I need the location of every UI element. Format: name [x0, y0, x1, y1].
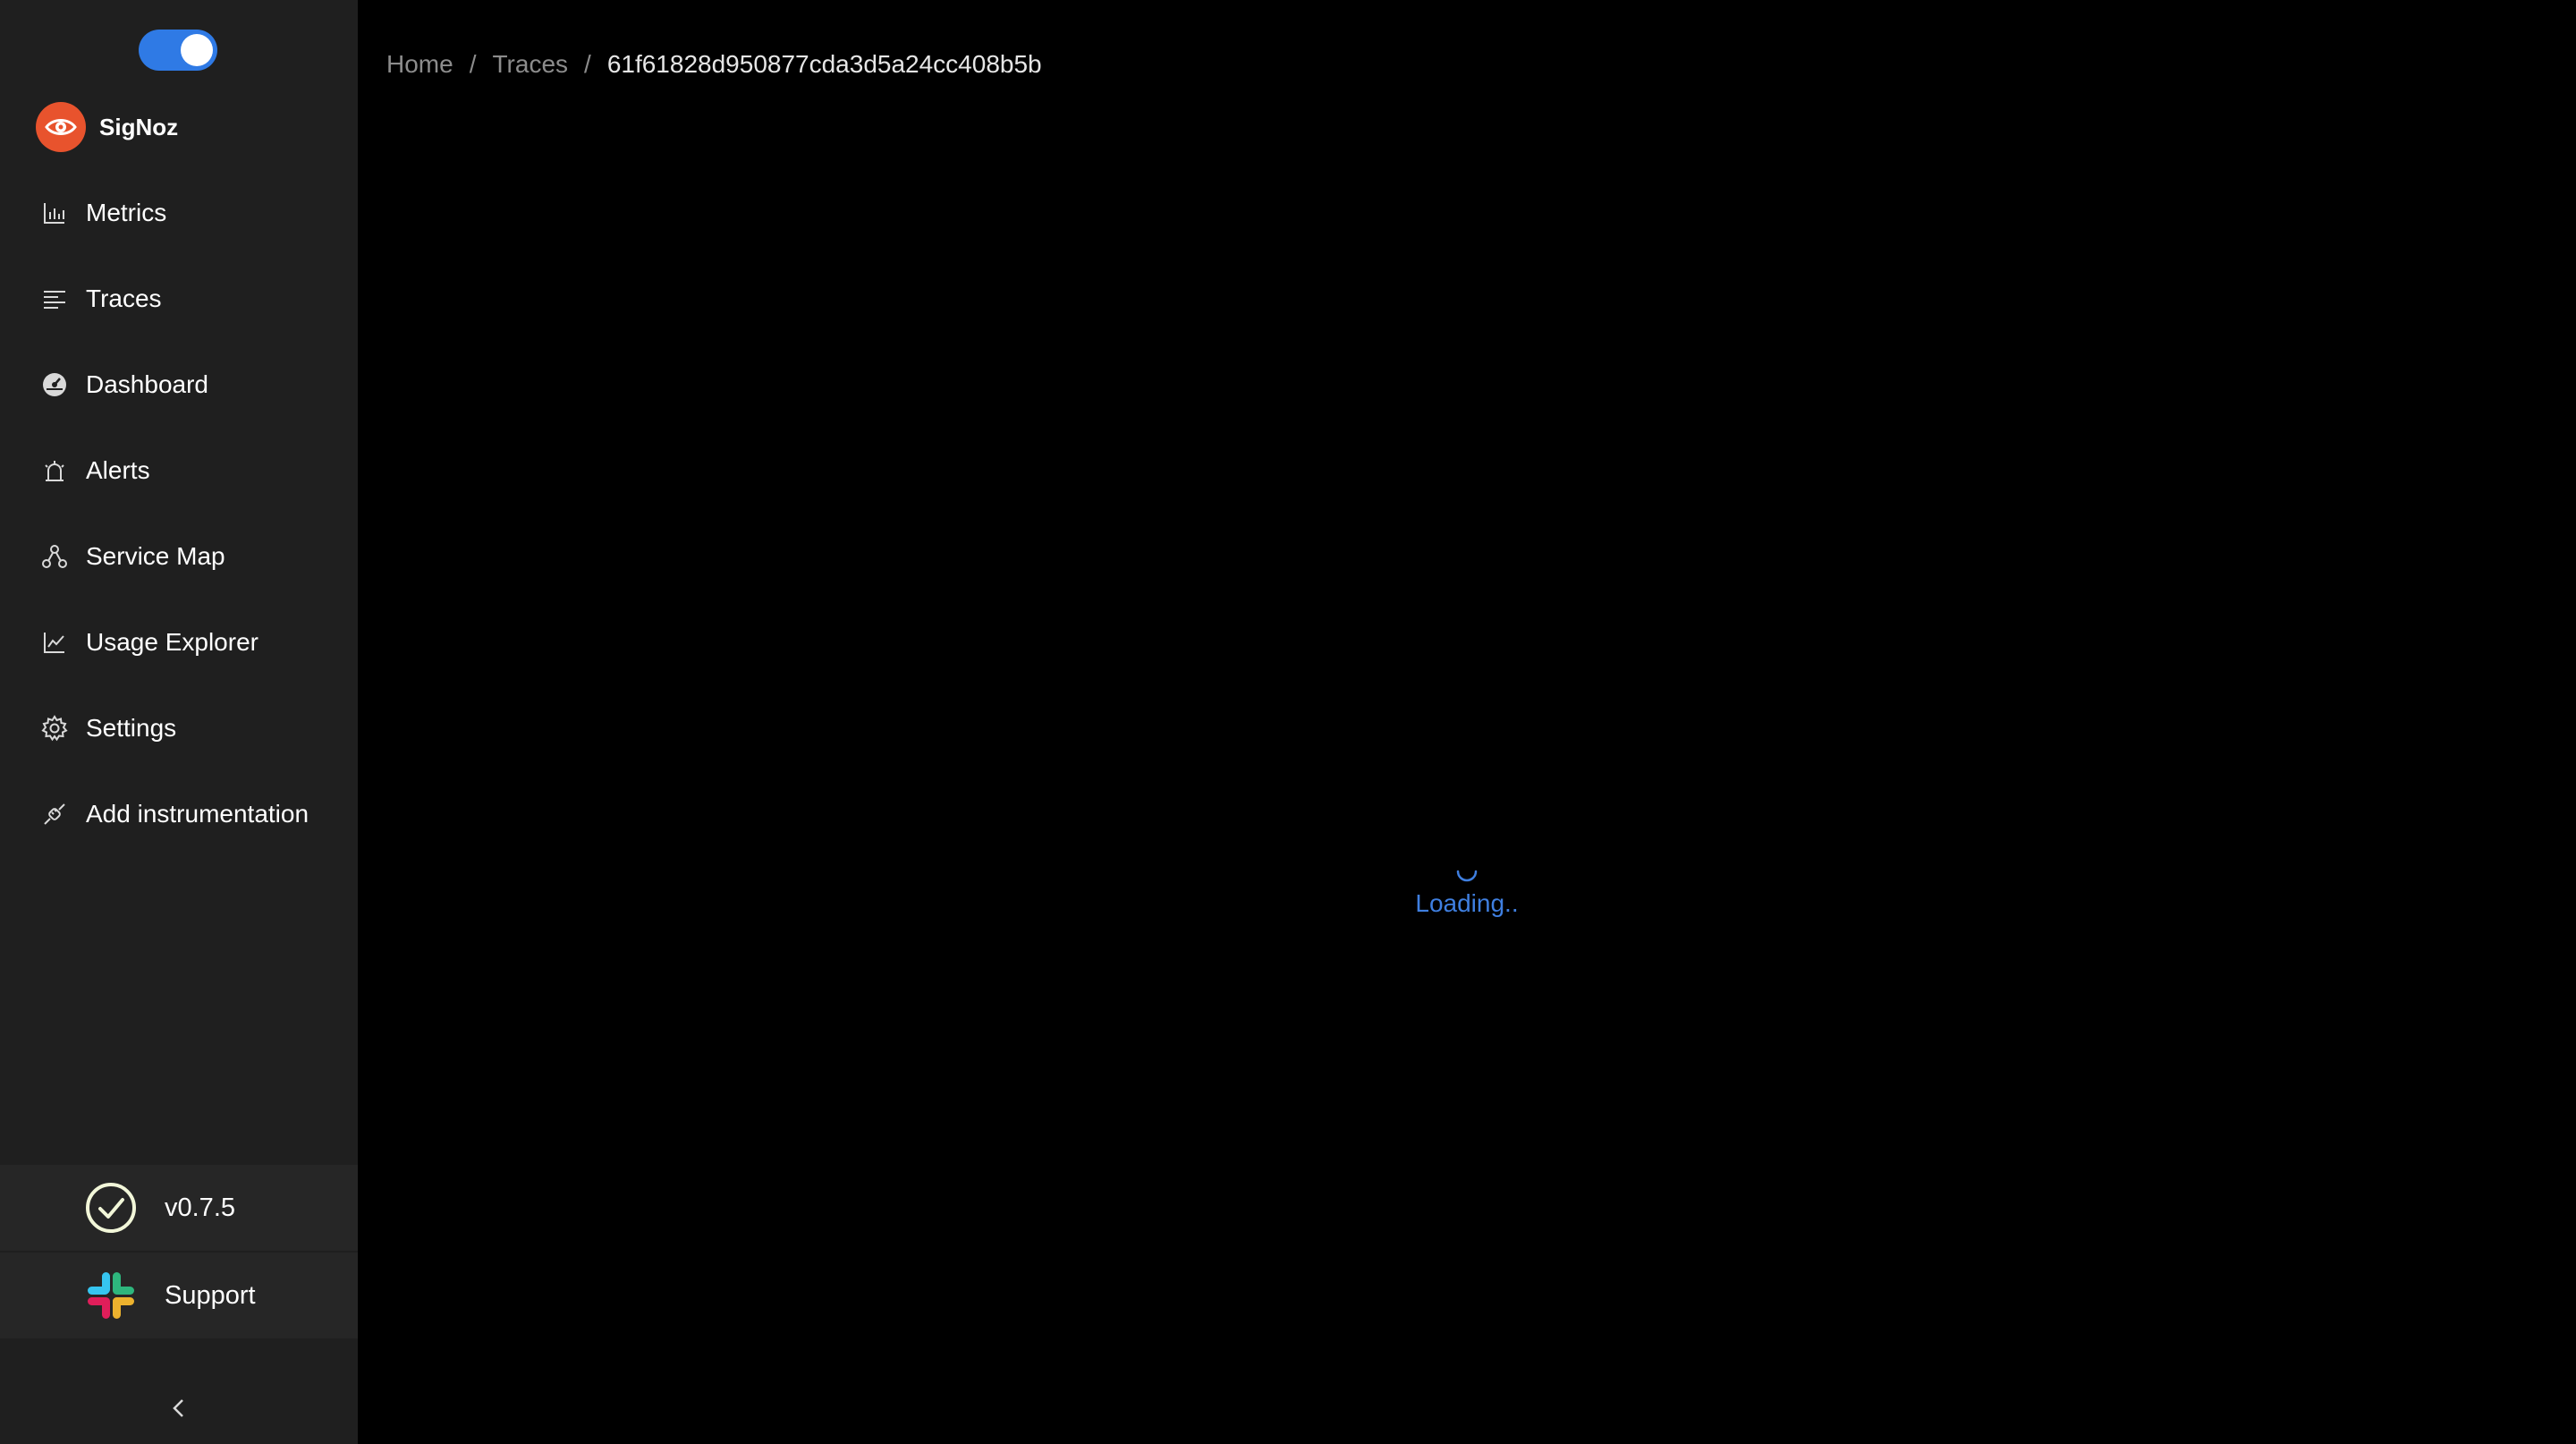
dashboard-icon	[39, 369, 70, 400]
gear-icon	[39, 713, 70, 743]
sidebar-item-metrics[interactable]: Metrics	[0, 177, 358, 249]
api-icon	[39, 799, 70, 829]
bar-chart-icon	[39, 198, 70, 228]
sidebar-item-label: Service Map	[86, 542, 225, 570]
version-label: v0.7.5	[165, 1193, 235, 1222]
breadcrumb: Home / Traces / 61f61828d950877cda3d5a24…	[386, 47, 1042, 82]
breadcrumb-traces[interactable]: Traces	[492, 50, 568, 79]
sidebar-item-label: Usage Explorer	[86, 628, 258, 656]
check-circle-icon	[84, 1181, 138, 1235]
version-status[interactable]: v0.7.5	[0, 1165, 358, 1251]
breadcrumb-separator: /	[469, 50, 477, 78]
sidebar-item-service-map[interactable]: Service Map	[0, 521, 358, 592]
sidebar-item-label: Metrics	[86, 199, 167, 226]
sidebar-item-label: Alerts	[86, 456, 150, 484]
sidebar-item-usage-explorer[interactable]: Usage Explorer	[0, 607, 358, 678]
alarm-icon	[39, 455, 70, 486]
collapse-sidebar-button[interactable]	[161, 1392, 197, 1428]
loading-indicator: Loading..	[1377, 866, 1556, 918]
loading-text: Loading..	[1415, 889, 1519, 917]
theme-toggle[interactable]	[139, 30, 217, 71]
align-left-icon	[39, 284, 70, 314]
line-chart-icon	[39, 627, 70, 658]
signoz-logo-icon	[36, 102, 86, 152]
sidebar-item-label: Traces	[86, 285, 162, 312]
toggle-knob	[181, 34, 213, 66]
sidebar-item-settings[interactable]: Settings	[0, 692, 358, 764]
brand-name: SigNoz	[99, 113, 179, 140]
sidebar-item-alerts[interactable]: Alerts	[0, 435, 358, 506]
breadcrumb-current-trace-id: 61f61828d950877cda3d5a24cc408b5b	[606, 50, 1042, 78]
sidebar-item-label: Settings	[86, 714, 177, 742]
sidebar-item-add-instrumentation[interactable]: Add instrumentation	[0, 778, 358, 850]
chevron-left-icon	[170, 1397, 188, 1423]
spinner-icon	[1456, 870, 1478, 882]
sidebar-item-dashboard[interactable]: Dashboard	[0, 349, 358, 420]
breadcrumb-home[interactable]: Home	[386, 50, 453, 79]
sidebar-item-traces[interactable]: Traces	[0, 263, 358, 335]
slack-icon	[84, 1269, 138, 1322]
support-label: Support	[165, 1280, 256, 1310]
sidebar-item-label: Add instrumentation	[86, 800, 309, 828]
app-root: SigNoz Metrics Traces Dashboard Alerts S…	[0, 0, 2576, 1444]
sidebar-item-label: Dashboard	[86, 370, 208, 398]
brand-logo-link[interactable]: SigNoz	[36, 102, 178, 152]
deployment-unit-icon	[39, 541, 70, 572]
breadcrumb-separator: /	[584, 50, 591, 78]
support-link[interactable]: Support	[0, 1253, 358, 1338]
sidebar: SigNoz Metrics Traces Dashboard Alerts S…	[0, 0, 358, 1444]
